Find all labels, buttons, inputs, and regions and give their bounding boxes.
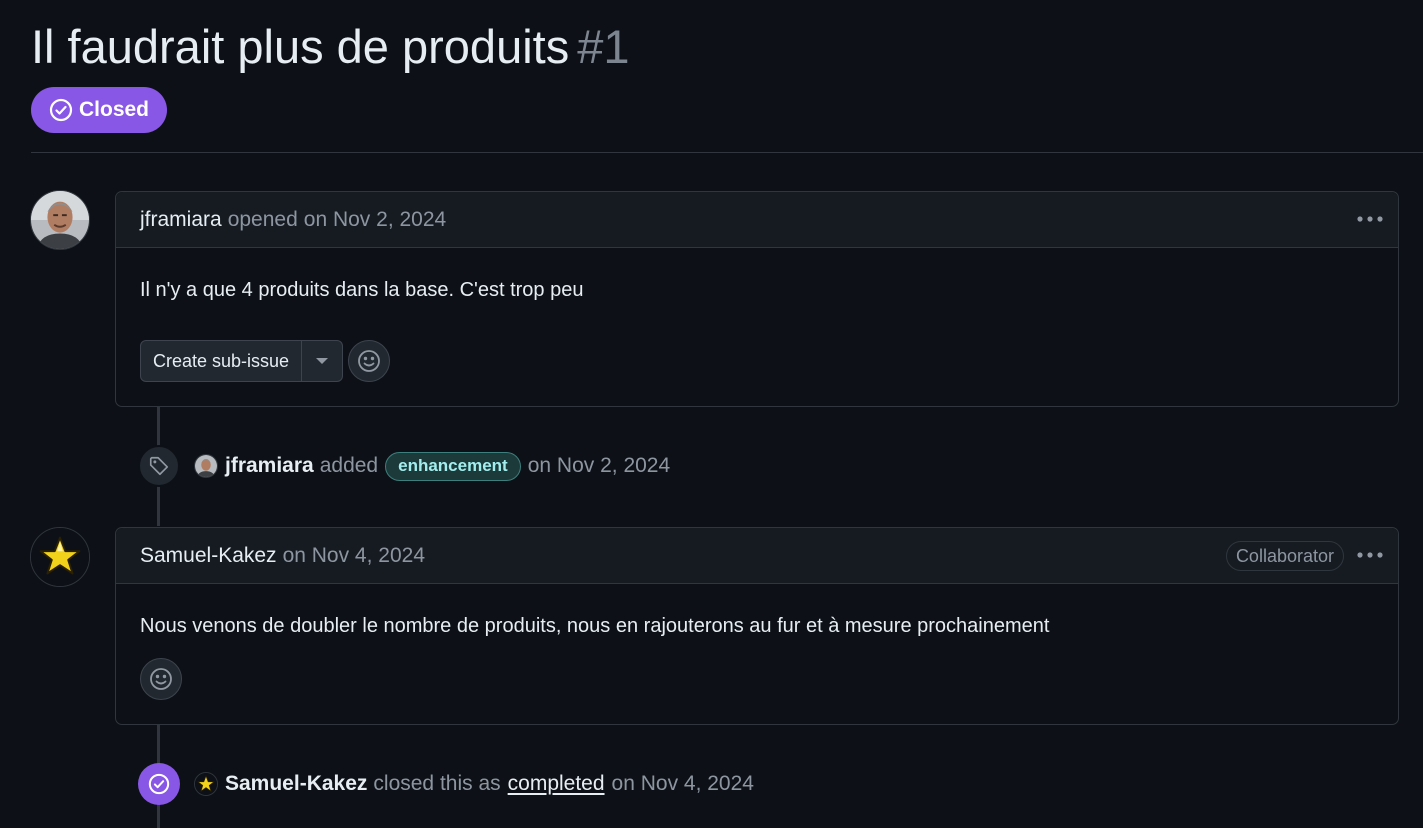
create-sub-issue-button[interactable]: Create sub-issue — [141, 341, 303, 381]
comment-options-button[interactable] — [1356, 206, 1384, 232]
comment-header: Samuel-Kakez on Nov 4, 2024 Collaborator — [116, 528, 1398, 584]
sub-issue-dropdown-button[interactable] — [302, 341, 342, 381]
create-sub-issue-split-button: Create sub-issue — [140, 340, 344, 382]
close-event-icon — [138, 763, 180, 805]
label-enhancement[interactable]: enhancement — [385, 451, 521, 481]
comment-text: Nous venons de doubler le nombre de prod… — [140, 615, 1050, 637]
smiley-icon — [357, 349, 381, 373]
comment-header: jframiara opened on Nov 2, 2024 — [116, 192, 1398, 248]
event-actor[interactable]: jframiara — [225, 454, 314, 478]
comment-action: opened — [227, 208, 298, 231]
event-actor[interactable]: Samuel-Kakez — [225, 772, 367, 796]
collaborator-badge: Collaborator — [1225, 541, 1344, 571]
close-event: Samuel-Kakez closed this as completed on… — [194, 768, 754, 800]
issue-state-badge: Closed — [31, 87, 168, 133]
user-avatar-jframiara[interactable] — [30, 190, 90, 250]
comment-body: Nous venons de doubler le nombre de prod… — [116, 584, 1398, 724]
event-verb: added — [319, 454, 379, 477]
issue-page: Il faudrait plus de produits #1 Closed j… — [0, 0, 1423, 828]
label-event: jframiara added enhancement on Nov 2, 20… — [194, 450, 670, 482]
kebab-horizontal-icon — [1357, 551, 1383, 559]
tag-icon — [148, 455, 170, 477]
header-divider — [31, 152, 1423, 153]
comment-author[interactable]: jframiara — [140, 208, 222, 232]
user-avatar-samuel-kakez-small[interactable] — [194, 772, 218, 796]
event-date[interactable]: on Nov 2, 2024 — [528, 454, 670, 478]
add-reaction-button[interactable] — [348, 340, 390, 382]
comment-options-button[interactable] — [1356, 542, 1384, 568]
check-circle-icon — [49, 98, 73, 122]
issue-state-label: Closed — [79, 98, 150, 121]
issue-number: #1 — [577, 20, 630, 73]
event-verb: closed this as — [373, 772, 501, 795]
issue-title: Il faudrait plus de produits — [31, 20, 570, 73]
user-avatar-samuel-kakez[interactable] — [30, 527, 90, 587]
add-reaction-button[interactable] — [140, 658, 182, 700]
kebab-horizontal-icon — [1357, 215, 1383, 223]
comment-date[interactable]: on Nov 4, 2024 — [283, 544, 425, 568]
issue-comment: Samuel-Kakez on Nov 4, 2024 Collaborator… — [115, 527, 1399, 725]
comment-text: Il n'y a que 4 produits dans la base. C'… — [140, 279, 584, 301]
comment-author[interactable]: Samuel-Kakez — [140, 544, 277, 568]
triangle-down-icon — [315, 357, 329, 365]
comment-date[interactable]: on Nov 2, 2024 — [304, 208, 446, 232]
check-circle-icon — [148, 773, 170, 795]
issue-comment: jframiara opened on Nov 2, 2024 Il n'y a… — [115, 191, 1399, 407]
issue-header: Il faudrait plus de produits #1 — [31, 18, 630, 76]
event-date[interactable]: on Nov 4, 2024 — [612, 772, 754, 796]
label-event-icon — [138, 445, 180, 487]
close-reason-link[interactable]: completed — [508, 772, 605, 796]
user-avatar-jframiara-small[interactable] — [194, 454, 218, 478]
smiley-icon — [149, 667, 173, 691]
comment-body: Il n'y a que 4 produits dans la base. C'… — [116, 248, 1398, 406]
